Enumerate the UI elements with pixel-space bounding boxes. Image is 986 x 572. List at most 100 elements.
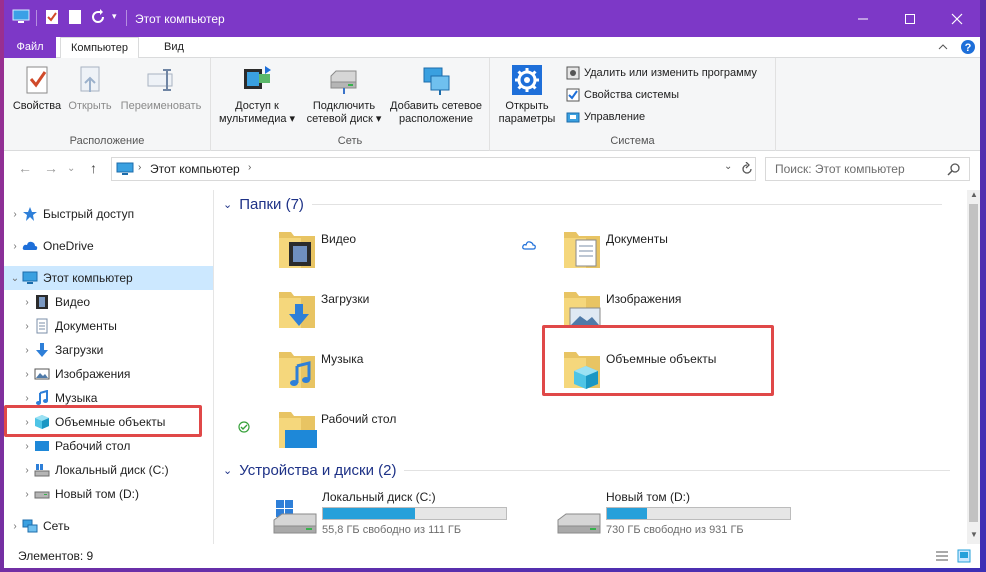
- search-placeholder: Поиск: Этот компьютер: [775, 162, 905, 176]
- search-input[interactable]: Поиск: Этот компьютер: [765, 157, 970, 181]
- expand-chevron-icon[interactable]: ›: [20, 345, 34, 356]
- folder-videos[interactable]: Видео: [275, 226, 535, 280]
- details-view-icon[interactable]: [935, 550, 949, 562]
- documents-folder-icon: [564, 232, 600, 268]
- drive-usage-bar: [322, 507, 507, 520]
- network-drive-icon: [330, 70, 357, 94]
- expand-chevron-icon[interactable]: ›: [20, 369, 34, 380]
- nav-local-disk-c[interactable]: › Локальный диск (C:): [4, 458, 213, 482]
- drive-c[interactable]: Локальный диск (C:) 55,8 ГБ свободно из …: [272, 490, 532, 544]
- nav-new-volume-d[interactable]: › Новый том (D:): [4, 482, 213, 506]
- folder-documents[interactable]: Документы: [560, 226, 820, 280]
- folder-music[interactable]: Музыка: [275, 346, 535, 400]
- tab-file[interactable]: Файл: [4, 37, 56, 58]
- nav-onedrive[interactable]: › OneDrive: [4, 234, 213, 258]
- folder-label: Музыка: [321, 352, 364, 366]
- collapse-chevron-icon[interactable]: ⌄: [8, 273, 22, 284]
- nav-label: Быстрый доступ: [43, 207, 135, 221]
- recent-locations-icon[interactable]: ⌄: [67, 163, 75, 174]
- expand-chevron-icon[interactable]: ›: [20, 489, 34, 500]
- large-icons-view-icon[interactable]: [957, 549, 971, 563]
- tab-view[interactable]: Вид: [154, 37, 194, 58]
- breadcrumb-chevron-icon[interactable]: ›: [248, 162, 251, 173]
- back-icon[interactable]: ←: [18, 160, 32, 176]
- add-network-location-button[interactable]: Добавить сетевое расположение: [387, 64, 485, 126]
- expand-chevron-icon[interactable]: ›: [8, 241, 22, 252]
- open-button[interactable]: Открыть: [65, 64, 115, 113]
- new-folder-quick-icon[interactable]: [67, 9, 83, 25]
- map-drive-label-1: Подключить: [312, 100, 376, 112]
- media-access-label-1: Доступ к: [235, 100, 279, 112]
- nav-network[interactable]: › Сеть: [4, 514, 213, 538]
- minimize-button[interactable]: [840, 0, 886, 37]
- drive-d[interactable]: Новый том (D:) 730 ГБ свободно из 931 ГБ: [556, 490, 816, 544]
- section-collapse-icon[interactable]: ⌄: [223, 464, 232, 477]
- up-icon[interactable]: ↑: [90, 160, 97, 176]
- uninstall-program-button[interactable]: Удалить или изменить программу: [566, 66, 757, 80]
- nav-quick-access[interactable]: › Быстрый доступ: [4, 202, 213, 226]
- tab-computer[interactable]: Компьютер: [60, 37, 139, 59]
- expand-chevron-icon[interactable]: ›: [20, 321, 34, 332]
- nav-label: OneDrive: [43, 239, 94, 253]
- quick-access-dropdown-icon[interactable]: ▾: [112, 11, 117, 22]
- vertical-scrollbar[interactable]: ▲ ▼: [967, 190, 980, 544]
- nav-this-pc[interactable]: ⌄ Этот компьютер: [4, 266, 213, 290]
- expand-chevron-icon[interactable]: ›: [20, 393, 34, 404]
- rename-button[interactable]: Переименовать: [116, 64, 206, 113]
- map-network-drive-button[interactable]: Подключить сетевой диск ▾: [302, 64, 386, 126]
- drive-usage-fill: [607, 508, 648, 519]
- nav-label: Рабочий стол: [55, 439, 131, 453]
- nav-downloads[interactable]: › Загрузки: [4, 338, 213, 362]
- expand-chevron-icon[interactable]: ›: [20, 465, 34, 476]
- open-settings-button[interactable]: Открыть параметры: [494, 64, 560, 126]
- computer-icon: [22, 271, 38, 284]
- manage-button[interactable]: Управление: [566, 110, 645, 124]
- help-icon[interactable]: ?: [960, 39, 976, 55]
- nav-videos[interactable]: › Видео: [4, 290, 213, 314]
- undo-quick-icon[interactable]: [90, 9, 106, 25]
- uninstall-icon: [566, 66, 580, 80]
- map-drive-label-2: сетевой диск: [306, 113, 373, 125]
- scroll-up-icon[interactable]: ▲: [970, 190, 978, 199]
- rename-label: Переименовать: [120, 100, 202, 112]
- scroll-down-icon[interactable]: ▼: [970, 530, 978, 539]
- scroll-thumb[interactable]: [969, 204, 978, 522]
- nav-documents[interactable]: › Документы: [4, 314, 213, 338]
- group-label-system: Система: [610, 135, 655, 147]
- properties-button[interactable]: Свойства: [10, 64, 64, 113]
- expand-chevron-icon[interactable]: ›: [8, 521, 22, 532]
- uninstall-label: Удалить или изменить программу: [584, 67, 757, 79]
- folders-section-header[interactable]: ⌄ Папки (7): [223, 196, 942, 213]
- drives-section-header[interactable]: ⌄ Устройства и диски (2): [223, 462, 951, 479]
- windows-drive-icon: [34, 464, 50, 477]
- breadcrumb-this-pc[interactable]: Этот компьютер: [150, 162, 240, 176]
- refresh-icon[interactable]: [740, 162, 754, 176]
- expand-chevron-icon[interactable]: ›: [20, 297, 34, 308]
- breadcrumb-separator-icon[interactable]: ›: [138, 162, 141, 173]
- nav-desktop[interactable]: › Рабочий стол: [4, 434, 213, 458]
- nav-label: Новый том (D:): [55, 487, 139, 501]
- folder-label: Видео: [321, 232, 357, 246]
- maximize-button[interactable]: [887, 0, 933, 37]
- section-divider: [404, 470, 951, 471]
- media-access-icon: [244, 66, 271, 89]
- close-button[interactable]: [934, 0, 980, 37]
- collapse-ribbon-icon[interactable]: [938, 43, 948, 51]
- system-properties-label: Свойства системы: [584, 89, 680, 101]
- address-dropdown-icon[interactable]: ⌄: [724, 161, 732, 172]
- section-collapse-icon[interactable]: ⌄: [223, 198, 232, 211]
- system-properties-button[interactable]: Свойства системы: [566, 88, 679, 102]
- nav-pictures[interactable]: › Изображения: [4, 362, 213, 386]
- manage-icon: [566, 112, 580, 123]
- expand-chevron-icon[interactable]: ›: [8, 209, 22, 220]
- media-access-button[interactable]: Доступ к мультимедиа ▾: [217, 64, 297, 126]
- properties-quick-icon[interactable]: [44, 9, 60, 25]
- folder-downloads[interactable]: Загрузки: [275, 286, 535, 340]
- expand-chevron-icon[interactable]: ›: [20, 441, 34, 452]
- forward-icon[interactable]: →: [44, 160, 58, 176]
- folder-desktop[interactable]: Рабочий стол: [275, 406, 535, 460]
- this-pc-icon[interactable]: [12, 9, 30, 25]
- address-bar[interactable]: › Этот компьютер › ⌄: [111, 157, 756, 181]
- highlight-box-nav: [4, 405, 202, 437]
- manage-label: Управление: [584, 111, 646, 123]
